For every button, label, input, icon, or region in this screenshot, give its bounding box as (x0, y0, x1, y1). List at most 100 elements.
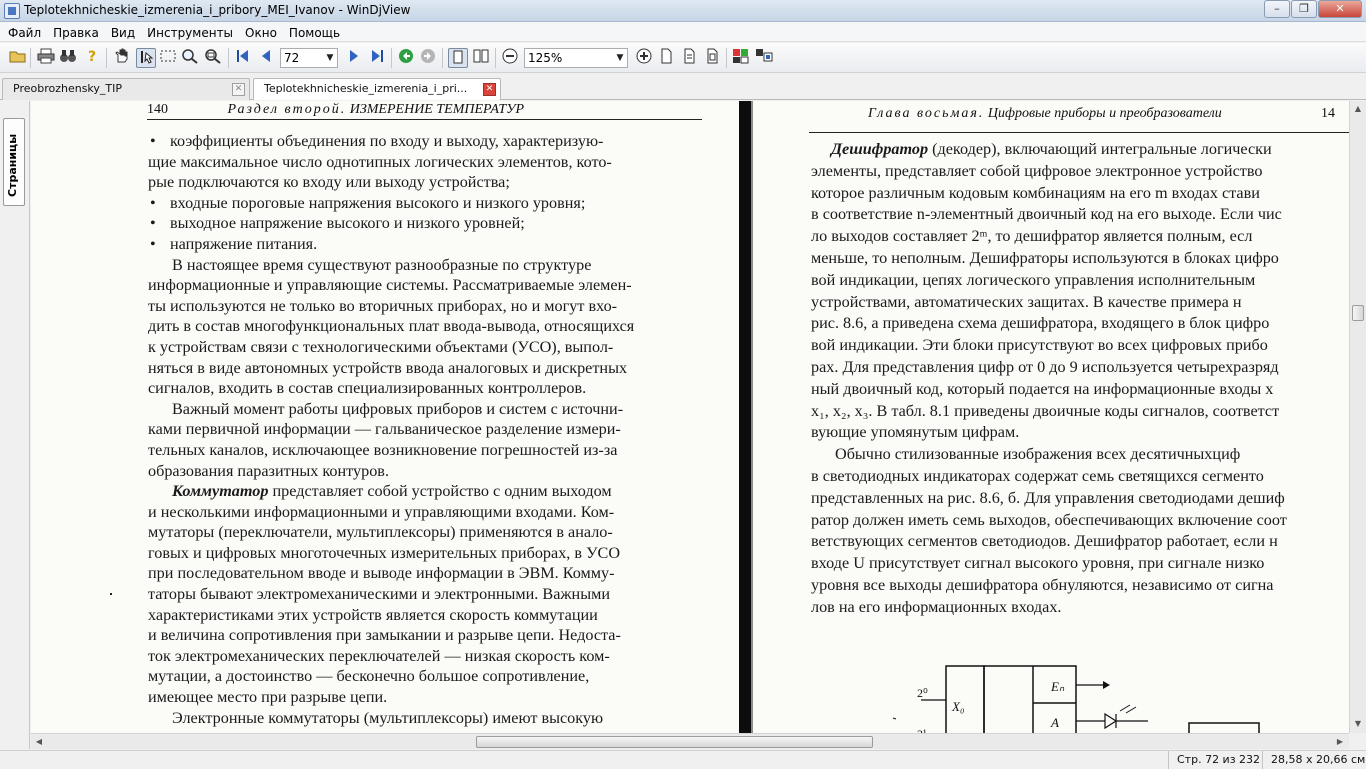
chevron-down-icon[interactable]: ▼ (613, 49, 627, 67)
windjview-app-icon (4, 3, 20, 19)
header-rule (809, 132, 1349, 133)
status-page-indicator: Стр. 72 из 232 (1168, 751, 1262, 769)
document-viewport[interactable]: 140 Раздел второй. ИЗМЕРЕНИЕ ТЕМПЕРАТУР … (31, 101, 1349, 733)
title-bar: Teplotekhnicheskie_izmerenia_i_pribory_M… (0, 0, 1366, 22)
chapter-title: Цифровые приборы и преобразователи (987, 106, 1222, 121)
chevron-down-icon[interactable]: ▼ (323, 49, 337, 67)
menu-bar: Файл Правка Вид Инструменты Окно Помощь (0, 22, 1366, 42)
close-tab-icon[interactable]: ✕ (483, 83, 496, 96)
pages-panel-label: Страницы (6, 133, 19, 197)
page-number: 140 (147, 102, 168, 117)
paragraph: В настоящее время существуют разнообразн… (148, 255, 635, 398)
bullet-item: выходное напряжение высокого и низкого у… (148, 213, 698, 234)
next-page-icon[interactable] (344, 48, 364, 68)
scroll-up-icon[interactable]: ▲ (1352, 103, 1364, 115)
menu-view[interactable]: Вид (105, 23, 141, 43)
rect-select-icon[interactable] (158, 48, 178, 68)
vertical-scroll-thumb[interactable] (1352, 305, 1364, 321)
print-icon[interactable] (36, 48, 56, 68)
status-page-size: 28,58 x 20,66 см (1262, 751, 1366, 769)
scan-speck (110, 593, 112, 595)
side-panel: Страницы (0, 101, 30, 749)
zoom-in-icon[interactable] (634, 48, 654, 68)
fit-page-icon[interactable] (656, 48, 676, 68)
paragraph: Дешифратор (декодер), включающий интегра… (811, 140, 1282, 442)
diagram-label-a: A (1050, 715, 1059, 730)
header-rule (147, 119, 702, 120)
scroll-down-icon[interactable]: ▼ (1352, 718, 1364, 730)
term-decoder: Дешифратор (831, 140, 929, 158)
pan-hand-icon[interactable] (112, 48, 132, 68)
zoom-rect-icon[interactable] (203, 48, 223, 68)
book-spine (739, 101, 751, 733)
close-tab-icon[interactable]: ✕ (232, 83, 245, 96)
chapter-label: Глава восьмая. (868, 106, 985, 121)
help-icon[interactable]: ? (82, 48, 102, 68)
minimize-button[interactable]: – (1264, 0, 1290, 18)
status-bar: Стр. 72 из 232 28,58 x 20,66 см (0, 750, 1366, 769)
select-cursor-icon[interactable] (136, 48, 156, 68)
scroll-left-icon[interactable]: ◀ (33, 736, 45, 748)
scroll-right-icon[interactable]: ▶ (1334, 736, 1346, 748)
horizontal-scrollbar[interactable]: ◀ ▶ (31, 733, 1349, 749)
window-title: Teplotekhnicheskie_izmerenia_i_pribory_M… (24, 3, 411, 17)
tab-preobrozhensky[interactable]: Preobrozhensky_TIP ✕ (2, 78, 250, 100)
page-number: 14 (1321, 106, 1335, 121)
zoom-value: 125% (528, 51, 563, 65)
decoder-circuit-diagram: X₀ Eₙ A 2⁰ 2¹ (892, 665, 1260, 733)
bullet-item: коэффициенты объединения по входу и выхо… (148, 131, 698, 193)
left-page-text: коэффициенты объединения по входу и выхо… (148, 131, 698, 728)
right-page: Глава восьмая. Цифровые приборы и преобр… (753, 101, 1349, 733)
last-page-icon[interactable] (367, 48, 387, 68)
tab-label: Teplotekhnicheskie_izmerenia_i_pri... (264, 82, 468, 95)
page-number-value: 72 (284, 51, 300, 65)
restore-button[interactable]: ❐ (1291, 0, 1317, 18)
diagram-label-en: Eₙ (1050, 679, 1065, 694)
diagram-label-x0: X₀ (951, 699, 964, 714)
bullet-item: напряжение питания. (148, 234, 698, 255)
section-label: Раздел второй. (227, 102, 347, 117)
paragraph: Электронные коммутаторы (мультиплексоры)… (172, 708, 604, 727)
vertical-scrollbar[interactable]: ▲ ▼ (1349, 101, 1366, 733)
menu-help[interactable]: Помощь (283, 23, 346, 43)
menu-tools[interactable]: Инструменты (141, 23, 239, 43)
svg-text:?: ? (88, 49, 96, 64)
zoom-out-icon[interactable] (500, 48, 520, 68)
previous-page-icon[interactable] (256, 48, 276, 68)
main-toolbar: ? 72 ▼ 125% ▼ (0, 43, 1366, 73)
paragraph: Важный момент работы цифровых приборов и… (148, 399, 624, 480)
term-commutator: Коммутатор (172, 482, 269, 501)
tab-teplotekhnicheskie[interactable]: Teplotekhnicheskie_izmerenia_i_pri... ✕ (253, 78, 501, 100)
display-color-icon[interactable] (731, 48, 751, 68)
menu-window[interactable]: Окно (239, 23, 283, 43)
tab-label: Preobrozhensky_TIP (13, 82, 123, 95)
first-page-icon[interactable] (233, 48, 253, 68)
close-window-button[interactable]: ✕ (1318, 0, 1362, 18)
display-mode-icon[interactable] (754, 48, 774, 68)
back-icon[interactable] (396, 48, 416, 68)
menu-file[interactable]: Файл (2, 23, 47, 43)
find-binoculars-icon[interactable] (58, 48, 78, 68)
window-controls: – ❐ ✕ (1263, 0, 1362, 20)
pages-panel-tab[interactable]: Страницы (3, 118, 25, 206)
actual-size-icon[interactable] (702, 48, 722, 68)
horizontal-scroll-thumb[interactable] (476, 736, 873, 748)
right-page-text: Дешифратор (декодер), включающий интегра… (811, 139, 1349, 619)
zoom-combo[interactable]: 125% ▼ (524, 48, 628, 68)
bullet-item: входные пороговые напряжения высокого и … (148, 193, 698, 214)
forward-icon[interactable] (418, 48, 438, 68)
single-page-layout-icon[interactable] (448, 48, 468, 68)
diagram-label-2-0: 2⁰ (917, 686, 928, 700)
running-head-left: 140 Раздел второй. ИЗМЕРЕНИЕ ТЕМПЕРАТУР (147, 101, 524, 121)
left-page: 140 Раздел второй. ИЗМЕРЕНИЕ ТЕМПЕРАТУР … (31, 101, 741, 733)
running-head-right: Глава восьмая. Цифровые приборы и преобр… (868, 104, 1222, 125)
paragraph: Обычно стилизованные изображения всех де… (811, 445, 1287, 616)
paragraph: Коммутатор представляет собой устройство… (148, 482, 621, 707)
section-title: ИЗМЕРЕНИЕ ТЕМПЕРАТУР (349, 102, 525, 117)
menu-edit[interactable]: Правка (47, 23, 105, 43)
facing-pages-layout-icon[interactable] (471, 48, 491, 68)
open-folder-icon[interactable] (8, 48, 28, 68)
page-number-combo[interactable]: 72 ▼ (280, 48, 338, 68)
zoom-magnifier-icon[interactable] (180, 48, 200, 68)
fit-width-icon[interactable] (679, 48, 699, 68)
